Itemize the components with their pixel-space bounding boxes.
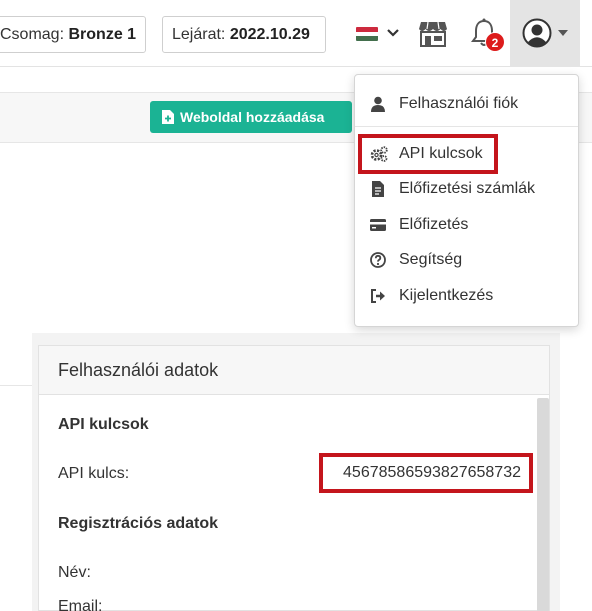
question-icon — [370, 252, 386, 268]
api-key-value: 45678586593827658732 — [319, 453, 533, 493]
menu-item-label: Előfizetés — [399, 216, 469, 233]
divider — [0, 385, 32, 386]
expiry-value: 2022.10.29 — [229, 26, 310, 43]
user-avatar-icon[interactable] — [522, 18, 552, 48]
api-keys-section-title: API kulcsok — [58, 416, 149, 433]
hungarian-flag-icon[interactable] — [356, 27, 378, 41]
flag-stripe-green — [356, 36, 378, 41]
menu-item-label: Előfizetési számlák — [399, 180, 536, 197]
registration-section-title: Regisztrációs adatok — [58, 515, 219, 532]
menu-item-subscription[interactable]: Előfizetés — [355, 208, 578, 242]
user-menu-toggle[interactable] — [510, 0, 580, 67]
user-dropdown-menu: Felhasználói fiók API kulcsok Előfizetés… — [354, 74, 579, 327]
add-website-label: Weboldal hozzáadása — [180, 109, 325, 125]
menu-divider — [355, 126, 578, 127]
file-plus-icon — [162, 110, 174, 124]
expiry-label: Lejárat: — [172, 26, 226, 43]
menu-item-user-account[interactable]: Felhasználói fiók — [355, 87, 578, 121]
expiry-indicator: Lejárat: 2022.10.29 — [162, 16, 326, 53]
menu-item-label: Segítség — [399, 251, 463, 268]
menu-item-label: Kijelentkezés — [399, 287, 494, 304]
email-label: Email: — [58, 598, 103, 611]
menu-item-logout[interactable]: Kijelentkezés — [355, 279, 578, 313]
invoice-icon — [372, 181, 384, 197]
panel-title: Felhasználói adatok — [39, 346, 549, 395]
package-indicator: Csomag: Bronze 1 — [0, 16, 146, 53]
top-navbar: Csomag: Bronze 1 Lejárat: 2022.10.29 2 — [0, 0, 592, 67]
package-label: Csomag: — [0, 26, 65, 43]
sign-out-icon — [371, 289, 385, 303]
panel-scrollbar[interactable] — [537, 398, 549, 611]
menu-item-help[interactable]: Segítség — [355, 243, 578, 277]
package-value: Bronze 1 — [68, 26, 137, 43]
notification-badge: 2 — [485, 32, 505, 52]
chevron-down-icon[interactable] — [558, 29, 568, 37]
api-keys-highlight-box — [358, 134, 498, 174]
store-icon[interactable] — [418, 18, 448, 48]
name-label: Név: — [58, 564, 91, 581]
api-key-label: API kulcs: — [58, 465, 130, 482]
menu-item-invoices[interactable]: Előfizetési számlák — [355, 172, 578, 206]
user-data-panel: Felhasználói adatok API kulcsok API kulc… — [38, 345, 550, 611]
user-icon — [371, 96, 385, 112]
add-website-button[interactable]: Weboldal hozzáadása — [150, 101, 352, 133]
credit-card-icon — [370, 219, 386, 231]
menu-item-label: Felhasználói fiók — [399, 95, 519, 112]
chevron-down-icon[interactable] — [387, 28, 399, 38]
